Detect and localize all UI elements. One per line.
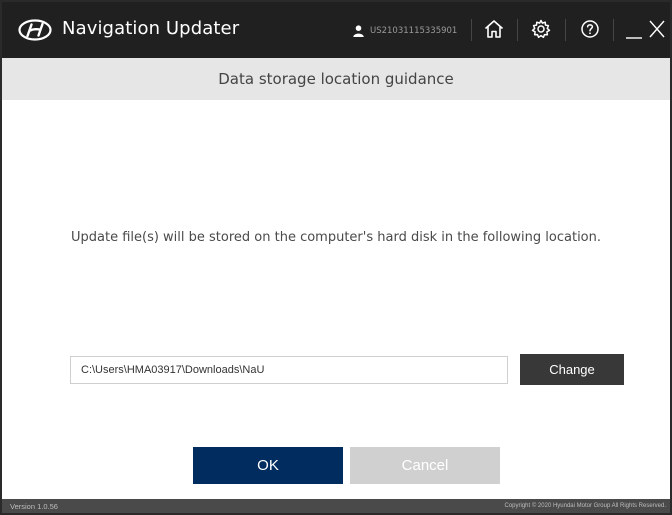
- footer-bar: Version 1.0.56 Copyright © 2020 Hyundai …: [2, 499, 670, 513]
- ok-button[interactable]: OK: [193, 447, 343, 484]
- minimize-icon[interactable]: [622, 17, 646, 41]
- user-info: US21031115335901: [353, 24, 457, 38]
- hyundai-logo-icon: [18, 19, 52, 41]
- app-window: Navigation Updater US21031115335901 Data…: [0, 0, 672, 515]
- gear-icon[interactable]: [529, 17, 553, 41]
- storage-message: Update file(s) will be stored on the com…: [70, 230, 602, 245]
- help-icon[interactable]: [578, 17, 602, 41]
- version-label: Version 1.0.56: [10, 502, 58, 511]
- copyright-text: Copyright © 2020 Hyundai Motor Group All…: [504, 502, 667, 509]
- user-id: US21031115335901: [370, 26, 458, 36]
- title-bar: Navigation Updater US21031115335901: [2, 2, 670, 58]
- divider: [565, 19, 566, 41]
- app-title: Navigation Updater: [62, 18, 240, 39]
- close-icon[interactable]: [645, 17, 669, 41]
- user-icon: [353, 25, 364, 37]
- divider: [471, 19, 472, 41]
- page-title: Data storage location guidance: [218, 70, 454, 88]
- home-icon[interactable]: [482, 17, 506, 41]
- section-header: Data storage location guidance: [2, 58, 670, 100]
- divider: [517, 19, 518, 41]
- change-button[interactable]: Change: [520, 354, 624, 385]
- cancel-button[interactable]: Cancel: [350, 447, 500, 484]
- storage-path-field[interactable]: C:\Users\HMA03917\Downloads\NaU: [70, 356, 508, 384]
- divider: [613, 19, 614, 41]
